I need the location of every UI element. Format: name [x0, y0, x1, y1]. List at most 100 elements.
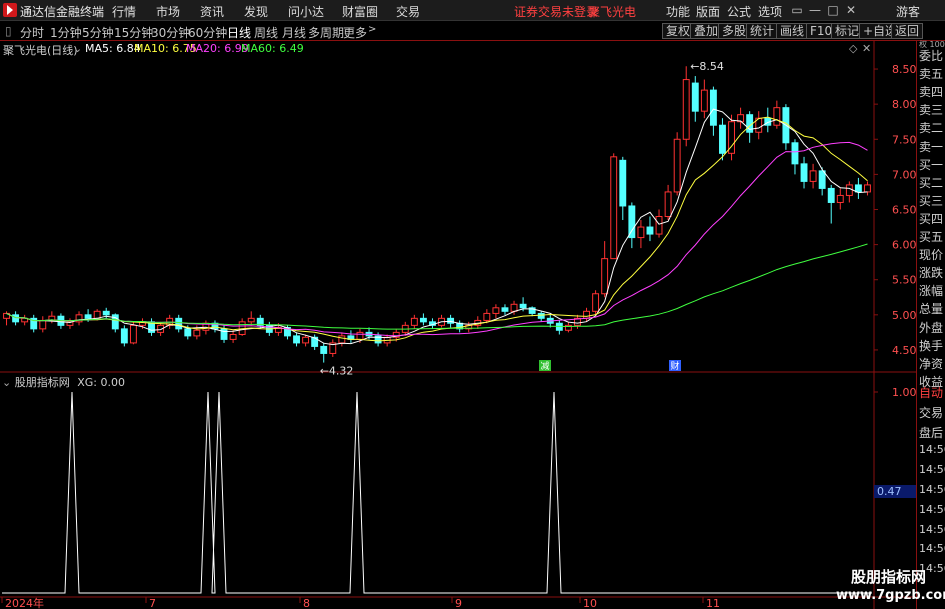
- kline-chart[interactable]: 8.50 8.00 7.50 7.00 6.50 6.00 5.50 5.00 4.50 ←8.…: [0, 41, 916, 609]
- price-tick-label: 8.50: [892, 63, 916, 76]
- panel-item: 14:56: [919, 522, 945, 536]
- candle-body: [419, 317, 427, 323]
- candle-body: [247, 317, 255, 323]
- indicator-menu-icon[interactable]: ⌄: [2, 376, 11, 389]
- candle-body: [510, 303, 518, 312]
- indicator-tick-label: 1.00: [892, 386, 916, 399]
- candle-body: [673, 138, 681, 193]
- candle-body: [483, 312, 491, 321]
- candle-body: [338, 335, 346, 344]
- period-1min[interactable]: 1分钟: [50, 24, 82, 41]
- minimize-icon[interactable]: —: [808, 3, 822, 17]
- menu-item-ask[interactable]: 问小达: [288, 3, 324, 20]
- candle-body: [120, 328, 128, 344]
- candle-body: [193, 329, 201, 337]
- chevron-right-icon[interactable]: >: [368, 24, 376, 35]
- top-stock-name: 聚飞光电: [588, 5, 637, 19]
- maximize-icon[interactable]: □: [826, 3, 840, 17]
- candle-body: [39, 319, 47, 330]
- time-tick-label: 11: [706, 597, 720, 609]
- close-pane-icon[interactable]: ✕: [862, 42, 871, 55]
- candle-body: [102, 310, 110, 316]
- period-monthly[interactable]: 月线: [282, 24, 306, 41]
- indicator-value: XG: 0.00: [77, 376, 125, 389]
- time-tick-label: 9: [455, 597, 462, 609]
- diamond-icon[interactable]: ◇: [849, 42, 857, 55]
- panel-item: 涨幅: [919, 284, 944, 299]
- menu-item-formula[interactable]: 公式: [727, 3, 751, 20]
- watermark-url: www.7gpzb.com: [836, 588, 945, 603]
- candle-body: [93, 310, 101, 319]
- period-multi[interactable]: 多周期: [308, 24, 344, 41]
- candle-body: [655, 216, 663, 235]
- panel-item: 14:56: [919, 443, 945, 457]
- candle-body: [719, 124, 726, 154]
- chevron-down-icon[interactable]: ⌄: [73, 42, 82, 55]
- candle-body: [646, 226, 654, 235]
- panel-item: 14:56: [919, 502, 945, 516]
- screen-icon[interactable]: ▭: [790, 3, 804, 17]
- indicator-name[interactable]: 股朋指标网: [15, 376, 70, 389]
- period-15min[interactable]: 15分钟: [114, 24, 153, 41]
- time-tick-label: 2024年: [5, 596, 44, 609]
- candle-body: [175, 317, 183, 330]
- watermark-title: 股朋指标网: [851, 568, 927, 586]
- period-more[interactable]: 更多: [343, 24, 367, 41]
- period-daily[interactable]: 日线: [227, 24, 251, 41]
- panel-item: 卖三: [919, 103, 944, 118]
- menu-item-wealth[interactable]: 财富圈: [342, 3, 378, 20]
- candle-body: [619, 159, 627, 207]
- menu-item-layout[interactable]: 版面: [696, 3, 720, 20]
- ma10-line: [6, 116, 868, 342]
- menu-item-function[interactable]: 功能: [666, 3, 690, 20]
- period-30min[interactable]: 30分钟: [151, 24, 190, 41]
- low-price-label: ←4.32: [320, 365, 354, 378]
- panel-item: 卖一: [919, 139, 944, 154]
- panel-item: 卖二: [919, 121, 944, 136]
- ma20-line: [6, 141, 868, 337]
- login-notice[interactable]: 证券交易未登录: [514, 3, 598, 20]
- panel-item: 委比: [919, 49, 944, 63]
- collapse-icon[interactable]: ▯: [5, 24, 12, 38]
- xg-signal-line: [2, 391, 872, 594]
- menu-item-news[interactable]: 资讯: [200, 3, 224, 20]
- time-tick-label: 10: [583, 597, 597, 609]
- close-icon[interactable]: ✕: [844, 3, 858, 17]
- candle-body: [12, 314, 20, 323]
- candle-body: [501, 307, 509, 312]
- period-60min[interactable]: 60分钟: [188, 24, 227, 41]
- candle-body: [293, 335, 300, 344]
- period-weekly[interactable]: 周线: [254, 24, 278, 41]
- event-mark-reduce: 减: [540, 360, 549, 372]
- candle-body: [691, 82, 699, 112]
- menu-item-quotes[interactable]: 行情: [112, 3, 136, 20]
- panel-item: 14:56: [919, 483, 945, 496]
- guest-label[interactable]: 游客: [896, 3, 920, 20]
- ma60-value: MA60: 6.49: [241, 42, 304, 55]
- indicator-header: ⌄ 股朋指标网 XG: 0.00: [2, 374, 125, 390]
- price-tick-label: 5.50: [892, 274, 916, 287]
- candle-body: [320, 345, 328, 354]
- period-intraday[interactable]: 分时: [20, 24, 44, 41]
- time-tick-label: 7: [149, 597, 156, 609]
- menu-item-discover[interactable]: 发现: [244, 3, 268, 20]
- quote-side-panel: 权 1000 委比卖五卖四卖三卖二卖一买一买二买三买四买五现价涨跌涨幅总量外盘换…: [916, 40, 945, 609]
- price-tick-label: 4.50: [892, 344, 916, 357]
- menu-item-market[interactable]: 市场: [156, 3, 180, 20]
- toolbar-back-button[interactable]: 返回: [891, 23, 924, 39]
- candle-body: [583, 310, 590, 319]
- menu-item-trade[interactable]: 交易: [396, 3, 420, 20]
- menu-item-options[interactable]: 选项: [758, 3, 782, 20]
- candle-body: [129, 324, 137, 344]
- time-tick-label: 8: [303, 597, 310, 609]
- ma5-line: [6, 108, 868, 346]
- toolbar-draw-button[interactable]: 画线: [776, 23, 809, 39]
- ma20-value: MA20: 6.99: [186, 42, 249, 55]
- period-5min[interactable]: 5分钟: [82, 24, 114, 41]
- panel-item: 外盘: [919, 320, 944, 335]
- app-logo-icon: [3, 3, 17, 17]
- candle-body: [700, 89, 708, 112]
- panel-item: 自动: [919, 386, 944, 400]
- candle-body: [818, 170, 826, 189]
- toolbar-stats-button[interactable]: 统计: [746, 23, 779, 39]
